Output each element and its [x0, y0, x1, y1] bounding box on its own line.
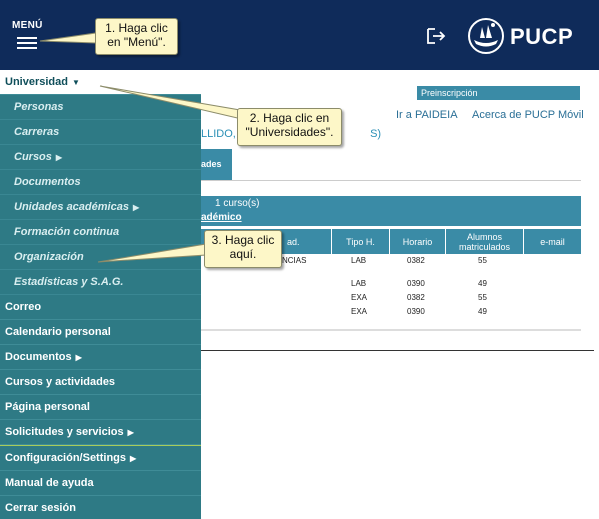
logout-icon[interactable] [426, 27, 446, 45]
table-row: 0390 [407, 279, 425, 288]
submenu-item-label: Personas [14, 101, 64, 113]
caret-down-icon: ▼ [71, 78, 80, 87]
th-horario: Horario [389, 229, 445, 255]
callout-step-1: 1. Haga clic en "Menú". [95, 18, 178, 55]
menu-item-label: Manual de ayuda [5, 477, 94, 489]
pucp-movil-link[interactable]: Acerca de PUCP Móvil [472, 109, 584, 121]
table-row: 49 [478, 307, 487, 316]
menu-item-cerrar-sesion[interactable]: Cerrar sesión [0, 496, 201, 519]
paideia-link[interactable]: Ir a PAIDEIA [396, 109, 458, 121]
caret-right-icon: ▶ [132, 203, 140, 212]
callout-step-2: 2. Haga clic en "Universidades". [237, 108, 342, 146]
table-bottom-border [201, 329, 581, 331]
menu-item-label: Correo [5, 301, 42, 313]
course-unit-link[interactable]: adémico [201, 212, 242, 223]
table-row: 0382 [407, 256, 425, 265]
submenu-item-formacion-continua[interactable]: Formación continua [0, 220, 201, 245]
table-row: LAB [351, 256, 367, 265]
menu-item-configuracion[interactable]: Configuración/Settings ▶ [0, 446, 201, 471]
menu-item-label: Cerrar sesión [5, 502, 76, 514]
menu-item-label: Universidad [5, 76, 68, 88]
table-row: LAB [351, 279, 367, 288]
submenu-item-unidades-academicas[interactable]: Unidades académicas ▶ [0, 195, 201, 220]
table-row: 55 [478, 293, 487, 302]
caret-right-icon: ▶ [75, 353, 82, 362]
submenu-item-organizacion[interactable]: Organización [0, 245, 201, 270]
submenu-item-label: Carreras [14, 126, 60, 138]
submenu-item-label: Organización [14, 251, 84, 263]
table-row: EXA [351, 293, 368, 302]
table-row: 55 [478, 256, 487, 265]
menu-item-pagina-personal[interactable]: Página personal [0, 395, 201, 420]
submenu-item-label: Cursos [14, 151, 52, 163]
menu-item-solicitudes[interactable]: Solicitudes y servicios ▶ [0, 420, 201, 445]
menu-item-documentos[interactable]: Documentos ▶ [0, 345, 201, 370]
th-alumnos: Alumnos matriculados [445, 229, 523, 255]
submenu-item-estadisticas[interactable]: Estadísticas y S.A.G. [0, 270, 201, 295]
menu-item-cursos-actividades[interactable]: Cursos y actividades [0, 370, 201, 395]
tab-actividades[interactable]: ades [201, 149, 232, 180]
menu-item-label: Página personal [5, 401, 90, 413]
menu-item-universidad[interactable]: Universidad ▼ [0, 70, 201, 95]
callout-text: "Universidades". [245, 125, 334, 139]
course-count: 1 curso(s) [215, 198, 260, 209]
callout-step-3: 3. Haga clic aquí. [204, 230, 282, 268]
logo-text: PUCP [510, 24, 574, 49]
submenu-item-label: Estadísticas y S.A.G. [14, 276, 124, 288]
content-divider [201, 350, 594, 351]
callout-text: 3. Haga clic [211, 233, 275, 247]
table-row: 0382 [407, 293, 425, 302]
callout-text: en "Menú". [107, 35, 166, 49]
caret-right-icon: ▶ [127, 428, 134, 437]
callout-text: 1. Haga clic [105, 21, 168, 35]
unit-fragment: NCIAS [282, 256, 307, 265]
submenu-item-carreras[interactable]: Carreras [0, 120, 201, 145]
submenu-item-label: Formación continua [14, 226, 120, 238]
caret-right-icon: ▶ [130, 454, 137, 463]
table-row: 49 [478, 279, 487, 288]
callout-text: 2. Haga clic en [249, 111, 330, 125]
menu-item-label: Calendario personal [5, 326, 111, 338]
page: MENÚ PUCP Preinscripción Ir a PAIDEIA Ac… [0, 0, 599, 519]
hamburger-icon [17, 37, 37, 52]
tab-divider [201, 180, 581, 181]
submenu-item-label: Unidades académicas [14, 201, 129, 213]
submenu-item-cursos[interactable]: Cursos ▶ [0, 145, 201, 170]
side-menu: Universidad ▼ Personas Carreras Cursos ▶ D… [0, 70, 201, 519]
table-row: EXA [351, 307, 368, 316]
menu-item-label: Cursos y actividades [5, 376, 116, 388]
menu-item-manual[interactable]: Manual de ayuda [0, 471, 201, 496]
submenu-item-personas[interactable]: Personas [0, 95, 201, 120]
menu-item-correo[interactable]: Correo [0, 295, 201, 320]
callout-text: aquí. [229, 247, 257, 261]
menu-button[interactable]: MENÚ [0, 0, 52, 70]
preinscripcion-bar[interactable]: Preinscripción [417, 86, 580, 100]
submenu-item-label: Documentos [14, 176, 81, 188]
top-header: MENÚ PUCP [0, 0, 599, 70]
menu-item-calendario[interactable]: Calendario personal [0, 320, 201, 345]
submenu-item-documentos[interactable]: Documentos [0, 170, 201, 195]
table-row: 0390 [407, 307, 425, 316]
th-tipo: Tipo H. [331, 229, 389, 255]
th-email: e-mail [523, 229, 581, 255]
name-end: S) [370, 128, 382, 140]
menu-item-label: Configuración/Settings [5, 452, 126, 464]
caret-right-icon: ▶ [55, 153, 63, 162]
menu-item-label: Solicitudes y servicios [5, 426, 124, 438]
menu-label: MENÚ [12, 20, 43, 31]
menu-item-label: Documentos [5, 351, 72, 363]
